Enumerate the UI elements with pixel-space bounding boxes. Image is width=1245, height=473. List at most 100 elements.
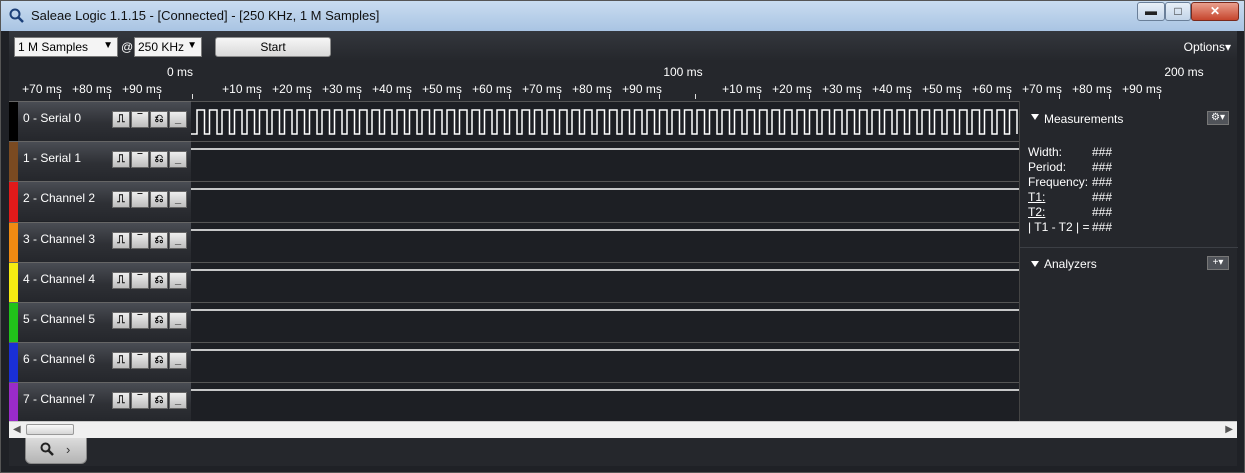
channel-waveform[interactable] (191, 262, 1019, 302)
rising-edge-trigger-icon[interactable]: ⎍ (112, 232, 130, 249)
horizontal-scrollbar[interactable]: ◀ ▶ (9, 421, 1237, 438)
ruler-major-label: 100 ms (663, 65, 703, 79)
low-level-trigger-icon[interactable]: _ (169, 272, 187, 289)
ruler-tick (759, 94, 760, 99)
channel-name: 1 - Serial 1 (23, 151, 82, 165)
channel-label[interactable]: 5 - Channel 5 ⎍ ‾ ⎌ _ (9, 302, 191, 343)
scroll-left-icon[interactable]: ◀ (13, 424, 21, 435)
low-level-trigger-icon[interactable]: _ (169, 151, 187, 168)
trigger-button-group: ⎍ ‾ ⎌ _ (112, 232, 188, 251)
channel-waveform[interactable] (191, 302, 1019, 342)
rising-edge-trigger-icon[interactable]: ⎍ (112, 312, 130, 329)
options-menu[interactable]: Options▾ (1184, 40, 1231, 54)
measurement-key: | T1 - T2 | = (1028, 220, 1090, 234)
rate-value: 250 KHz (138, 40, 185, 54)
channel-waveform[interactable] (191, 181, 1019, 221)
low-level-trigger-icon[interactable]: _ (169, 111, 187, 128)
sample-rate-select[interactable]: 250 KHz ▼ (134, 37, 202, 57)
samples-select[interactable]: 1 M Samples ▼ (14, 37, 118, 57)
rising-edge-trigger-icon[interactable]: ⎍ (112, 272, 130, 289)
channel-waveform[interactable] (191, 222, 1019, 262)
high-level-trigger-icon[interactable]: ‾ (131, 392, 149, 409)
collapse-triangle-icon[interactable] (1031, 261, 1039, 267)
falling-edge-trigger-icon[interactable]: ⎌ (150, 191, 168, 208)
high-level-trigger-icon[interactable]: ‾ (131, 111, 149, 128)
chevron-right-icon: › (66, 442, 71, 457)
chevron-down-icon: ▼ (103, 40, 113, 51)
high-level-trigger-icon[interactable]: ‾ (131, 272, 149, 289)
channel-label[interactable]: 0 - Serial 0 ⎍ ‾ ⎌ _ (9, 101, 191, 142)
rising-edge-trigger-icon[interactable]: ⎍ (112, 392, 130, 409)
low-level-trigger-icon[interactable]: _ (169, 232, 187, 249)
search-tab[interactable]: › (25, 438, 87, 464)
channel-label[interactable]: 4 - Channel 4 ⎍ ‾ ⎌ _ (9, 262, 191, 303)
channel-label[interactable]: 2 - Channel 2 ⎍ ‾ ⎌ _ (9, 181, 191, 222)
ruler-tick (859, 94, 860, 99)
window-title: Saleae Logic 1.1.15 - [Connected] - [250… (31, 8, 380, 23)
ruler-tick (1159, 94, 1160, 99)
measurement-key[interactable]: T1: (1028, 190, 1045, 205)
ruler-tick (259, 94, 260, 99)
ruler-minor-label: +70 ms (522, 82, 562, 96)
falling-edge-trigger-icon[interactable]: ⎌ (150, 312, 168, 329)
rising-edge-trigger-icon[interactable]: ⎍ (112, 151, 130, 168)
chevron-down-icon: ▼ (187, 40, 197, 51)
ruler-minor-label: +90 ms (622, 82, 662, 96)
channel-waveform[interactable] (191, 101, 1019, 141)
start-button[interactable]: Start (215, 37, 331, 57)
channel-name: 2 - Channel 2 (23, 191, 96, 205)
high-level-trigger-icon[interactable]: ‾ (131, 312, 149, 329)
scroll-thumb[interactable] (26, 424, 74, 435)
collapse-triangle-icon[interactable] (1031, 114, 1039, 120)
minimize-button[interactable]: ▬ (1137, 2, 1165, 21)
measurement-key[interactable]: T2: (1028, 205, 1045, 220)
rising-edge-trigger-icon[interactable]: ⎍ (112, 111, 130, 128)
samples-value: 1 M Samples (18, 40, 89, 54)
measurement-key: Frequency: (1028, 175, 1089, 189)
ruler-major-label: 200 ms (1164, 65, 1204, 79)
falling-edge-trigger-icon[interactable]: ⎌ (150, 392, 168, 409)
low-level-trigger-icon[interactable]: _ (169, 191, 187, 208)
ruler-tick (609, 94, 610, 99)
waveform-trace (191, 389, 1019, 391)
gear-icon[interactable]: ⚙▾ (1207, 111, 1229, 125)
rising-edge-trigger-icon[interactable]: ⎍ (112, 352, 130, 369)
bottom-bar: › (9, 438, 1237, 466)
time-ruler[interactable]: 0 ms 100 ms 200 ms +70 ms +80 ms +90 ms +10 ms… (9, 61, 1237, 101)
falling-edge-trigger-icon[interactable]: ⎌ (150, 151, 168, 168)
channel-label[interactable]: 6 - Channel 6 ⎍ ‾ ⎌ _ (9, 342, 191, 383)
low-level-trigger-icon[interactable]: _ (169, 392, 187, 409)
channel-row: 4 - Channel 4 ⎍ ‾ ⎌ _ (9, 262, 1019, 303)
high-level-trigger-icon[interactable]: ‾ (131, 151, 149, 168)
add-analyzer-icon[interactable]: +▾ (1207, 256, 1229, 270)
channel-waveform[interactable] (191, 342, 1019, 382)
channel-waveform[interactable] (191, 141, 1019, 181)
channel-label[interactable]: 7 - Channel 7 ⎍ ‾ ⎌ _ (9, 382, 191, 423)
low-level-trigger-icon[interactable]: _ (169, 312, 187, 329)
high-level-trigger-icon[interactable]: ‾ (131, 191, 149, 208)
ruler-tick (509, 94, 510, 99)
falling-edge-trigger-icon[interactable]: ⎌ (150, 232, 168, 249)
falling-edge-trigger-icon[interactable]: ⎌ (150, 352, 168, 369)
channel-waveform[interactable] (191, 382, 1019, 422)
close-button[interactable]: ✕ (1191, 2, 1239, 21)
channel-name: 5 - Channel 5 (23, 312, 96, 326)
maximize-button[interactable]: □ (1165, 2, 1191, 21)
channel-row: 6 - Channel 6 ⎍ ‾ ⎌ _ (9, 342, 1019, 383)
ruler-minor-label: +80 ms (572, 82, 612, 96)
low-level-trigger-icon[interactable]: _ (169, 352, 187, 369)
falling-edge-trigger-icon[interactable]: ⎌ (150, 111, 168, 128)
high-level-trigger-icon[interactable]: ‾ (131, 232, 149, 249)
measurements-title: Measurements (1044, 112, 1124, 126)
channel-label[interactable]: 3 - Channel 3 ⎍ ‾ ⎌ _ (9, 222, 191, 263)
rising-edge-trigger-icon[interactable]: ⎍ (112, 191, 130, 208)
falling-edge-trigger-icon[interactable]: ⎌ (150, 272, 168, 289)
ruler-minor-label: +20 ms (772, 82, 812, 96)
channel-color-swatch (9, 303, 18, 343)
channel-color-swatch (9, 263, 18, 303)
scroll-right-icon[interactable]: ▶ (1225, 424, 1233, 435)
toolbar: 1 M Samples ▼ @ 250 KHz ▼ Start Options▾ (9, 31, 1237, 61)
high-level-trigger-icon[interactable]: ‾ (131, 352, 149, 369)
channel-label[interactable]: 1 - Serial 1 ⎍ ‾ ⎌ _ (9, 141, 191, 182)
channel-color-swatch (9, 102, 18, 142)
